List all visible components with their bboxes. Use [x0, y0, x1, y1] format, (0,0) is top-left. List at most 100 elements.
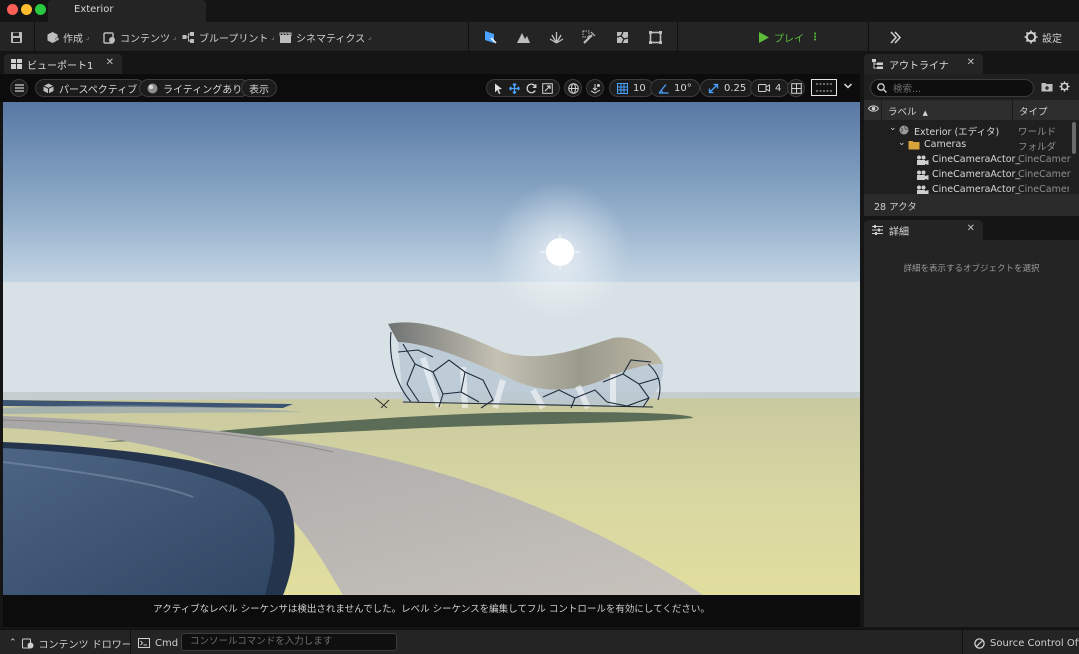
mesh-paint-mode-button[interactable]: [582, 28, 597, 46]
viewport-layout-icon: [11, 59, 22, 69]
select-tool-button[interactable]: [492, 82, 505, 95]
viewport-menu-button[interactable]: [10, 79, 28, 97]
scale-tool-button[interactable]: [542, 82, 555, 95]
level-viewport[interactable]: [3, 102, 860, 595]
details-empty-message: 詳細を表示するオブジェクトを選択: [903, 264, 1040, 274]
outliner-scrollbar[interactable]: [1072, 122, 1076, 154]
minimize-window-button[interactable]: [21, 4, 32, 15]
grid-icon: [617, 82, 628, 94]
content-dropdown-icon: ⌟: [173, 33, 177, 41]
gear-icon: [1024, 30, 1038, 44]
create-button[interactable]: 作成 ⌟: [46, 28, 89, 46]
level-tab-label: Exterior: [74, 4, 114, 15]
close-tab-icon[interactable]: ✕: [106, 57, 114, 68]
column-type-header[interactable]: タイプ: [1019, 104, 1048, 118]
create-cube-icon: [47, 31, 59, 43]
close-window-button[interactable]: [7, 4, 18, 15]
cmd-label: Cmd: [155, 637, 179, 649]
status-bar: ⌃ コンテンツ ドロワー Cmd コンソールコマンドを入力します Source …: [0, 629, 1079, 654]
outliner-row-folder[interactable]: ⌄ Cameras フォルダ: [864, 138, 1069, 153]
level-tab[interactable]: Exterior: [48, 0, 206, 22]
add-folder-button[interactable]: [1041, 81, 1053, 95]
camera-icon: [758, 84, 770, 92]
source-control-button[interactable]: Source Control Off: [974, 635, 1079, 651]
modeling-box-icon: [649, 30, 662, 44]
foliage-mode-button[interactable]: [549, 28, 564, 46]
outliner-row-camera[interactable]: CineCameraActor_ CineCamer: [864, 183, 1069, 194]
scale-snap-button[interactable]: 0.25: [700, 79, 755, 97]
content-drawer-button[interactable]: ⌃ コンテンツ ドロワー: [9, 635, 132, 651]
tab-details-label: 詳細: [889, 226, 909, 238]
lighting-label: ライティングあり: [163, 84, 243, 96]
cinematics-button[interactable]: シネマティクス ⌟: [279, 28, 371, 46]
main-toolbar: 作成 ⌟ コンテンツ ⌟ ブループリント ⌟ シネマティクス ⌟ プレイ ⋮ 設…: [0, 22, 1079, 52]
source-control-label: Source Control Off: [990, 637, 1079, 649]
rotation-snap-button[interactable]: 10°: [650, 79, 700, 97]
lighting-mode-button[interactable]: ライティングあり: [139, 79, 251, 97]
chevron-down-icon[interactable]: ⌄: [889, 123, 897, 133]
outliner-settings-button[interactable]: [1059, 81, 1070, 95]
tab-outliner[interactable]: アウトライナ ✕: [864, 54, 983, 74]
maximize-window-button[interactable]: [35, 4, 46, 15]
console-icon: [138, 638, 150, 648]
viewport-layout-button[interactable]: [787, 79, 805, 97]
content-button[interactable]: コンテンツ ⌟: [103, 28, 176, 46]
surface-snap-button[interactable]: [586, 79, 604, 97]
double-chevron-right-icon: [890, 30, 902, 44]
landscape-mode-button[interactable]: [516, 28, 531, 46]
outliner-search-placeholder: 検索...: [893, 84, 922, 95]
column-label-header[interactable]: ラベル ▲: [888, 104, 928, 118]
column-label-text: ラベル: [888, 107, 917, 118]
content-drawer-label: コンテンツ ドロワー: [38, 639, 132, 651]
more-toolbar-button[interactable]: [889, 28, 902, 46]
translate-tool-button[interactable]: [509, 82, 522, 95]
create-dropdown-icon: ⌟: [86, 33, 90, 41]
chevron-down-icon[interactable]: ⌄: [898, 138, 906, 148]
show-button[interactable]: 表示: [241, 79, 277, 97]
settings-button[interactable]: 設定: [1024, 28, 1062, 46]
rotate-tool-button[interactable]: [525, 82, 538, 95]
outliner-row-world[interactable]: ⌄ Exterior (エディタ) ワールド: [864, 123, 1069, 138]
gear-icon: [1059, 81, 1070, 92]
world-globe-icon: [899, 125, 909, 135]
outliner-search-input[interactable]: 検索...: [870, 79, 1034, 97]
select-mode-button[interactable]: [483, 28, 498, 46]
cinematics-label: シネマティクス: [296, 33, 366, 45]
select-mode-icon: [485, 30, 497, 44]
coordinate-system-button[interactable]: [564, 79, 582, 97]
scene-render: [3, 102, 860, 595]
visibility-column-icon[interactable]: [867, 104, 880, 116]
landscape-mountain-icon: [517, 32, 530, 43]
right-panel: アウトライナ ✕ 検索... ラベル ▲ タイプ ⌄ Exterior (エディ…: [862, 52, 1079, 627]
folder-icon: [908, 141, 920, 150]
play-button[interactable]: プレイ ⋮: [757, 28, 820, 46]
outliner-row-label: Cameras: [924, 139, 967, 150]
paint-brush-icon: [582, 30, 596, 44]
outliner-row-label: CineCameraActor_: [932, 169, 1021, 180]
details-tab-bar: 詳細 ✕: [862, 218, 1079, 240]
maximize-viewport-button[interactable]: [811, 79, 837, 96]
play-options-icon[interactable]: ⋮: [810, 32, 820, 43]
close-details-icon[interactable]: ✕: [967, 223, 975, 234]
search-icon: [877, 83, 887, 93]
tab-viewport1-label: ビューポート1: [27, 60, 94, 72]
perspective-button[interactable]: パースペクティブ: [35, 79, 146, 97]
outliner-column-header: ラベル ▲ タイプ: [864, 100, 1079, 120]
viewport-options-chevron[interactable]: [843, 81, 853, 94]
viewport-tab-bar: ビューポート1 ✕: [0, 52, 860, 74]
create-label: 作成: [63, 33, 83, 45]
outliner-row-camera[interactable]: CineCameraActor_ CineCamer: [864, 153, 1071, 168]
grid-snap-button[interactable]: 10: [609, 79, 654, 97]
tab-viewport1[interactable]: ビューポート1 ✕: [4, 54, 122, 74]
blueprint-button[interactable]: ブループリント ⌟: [182, 28, 275, 46]
tab-details[interactable]: 詳細 ✕: [864, 220, 983, 240]
camera-speed-button[interactable]: 4: [750, 79, 790, 97]
save-button[interactable]: [10, 28, 23, 46]
cmd-button[interactable]: Cmd: [138, 635, 178, 651]
hamburger-menu-icon: [14, 84, 24, 92]
close-outliner-icon[interactable]: ✕: [967, 57, 975, 68]
outliner-row-camera[interactable]: CineCameraActor_ CineCamer: [864, 168, 1071, 183]
modeling-mode-button[interactable]: [648, 28, 663, 46]
console-command-input[interactable]: コンソールコマンドを入力します: [181, 633, 397, 651]
fracture-mode-button[interactable]: [615, 28, 630, 46]
